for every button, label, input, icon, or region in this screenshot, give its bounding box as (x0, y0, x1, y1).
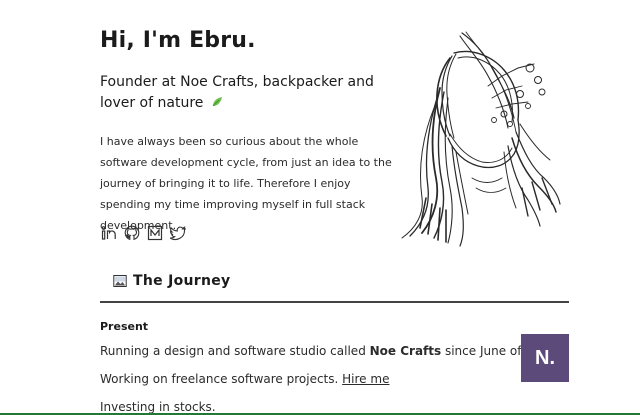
linkedin-icon (101, 225, 116, 240)
twitter-icon (169, 225, 186, 240)
leaf-icon (212, 97, 222, 107)
journey-section-header: The Journey (113, 273, 230, 289)
period-label: Present (100, 320, 149, 333)
logo-letter: N. (535, 346, 555, 369)
medium-icon (147, 225, 162, 240)
studio-name: Noe Crafts (369, 344, 442, 358)
picture-icon (113, 275, 127, 287)
entry-text: Working on freelance software projects. (100, 372, 343, 386)
page: Hi, I'm Ebru. Founder at Noe Crafts, bac… (0, 0, 640, 415)
journey-entry: Investing in stocks. (100, 400, 216, 414)
hero-title: Hi, I'm Ebru. (100, 28, 256, 53)
entry-text: Running a design and software studio cal… (100, 344, 370, 358)
twitter-link[interactable] (169, 224, 186, 241)
portrait-illustration (401, 31, 561, 247)
medium-link[interactable] (146, 224, 163, 241)
journey-entry: Running a design and software studio cal… (100, 344, 560, 358)
tagline-text: Founder at Noe Crafts, backpacker and lo… (100, 74, 374, 111)
hire-me-link[interactable]: Hire me (342, 372, 389, 386)
noe-crafts-logo[interactable]: N. (521, 334, 569, 382)
tagline: Founder at Noe Crafts, backpacker and lo… (100, 72, 390, 114)
journey-entry: Working on freelance software projects. … (100, 372, 389, 386)
section-divider (100, 301, 569, 303)
github-link[interactable] (123, 224, 140, 241)
github-icon (124, 225, 139, 240)
linkedin-link[interactable] (100, 224, 117, 241)
section-title: The Journey (133, 273, 231, 289)
social-links (100, 224, 186, 241)
bio-text: I have always been so curious about the … (100, 135, 392, 232)
